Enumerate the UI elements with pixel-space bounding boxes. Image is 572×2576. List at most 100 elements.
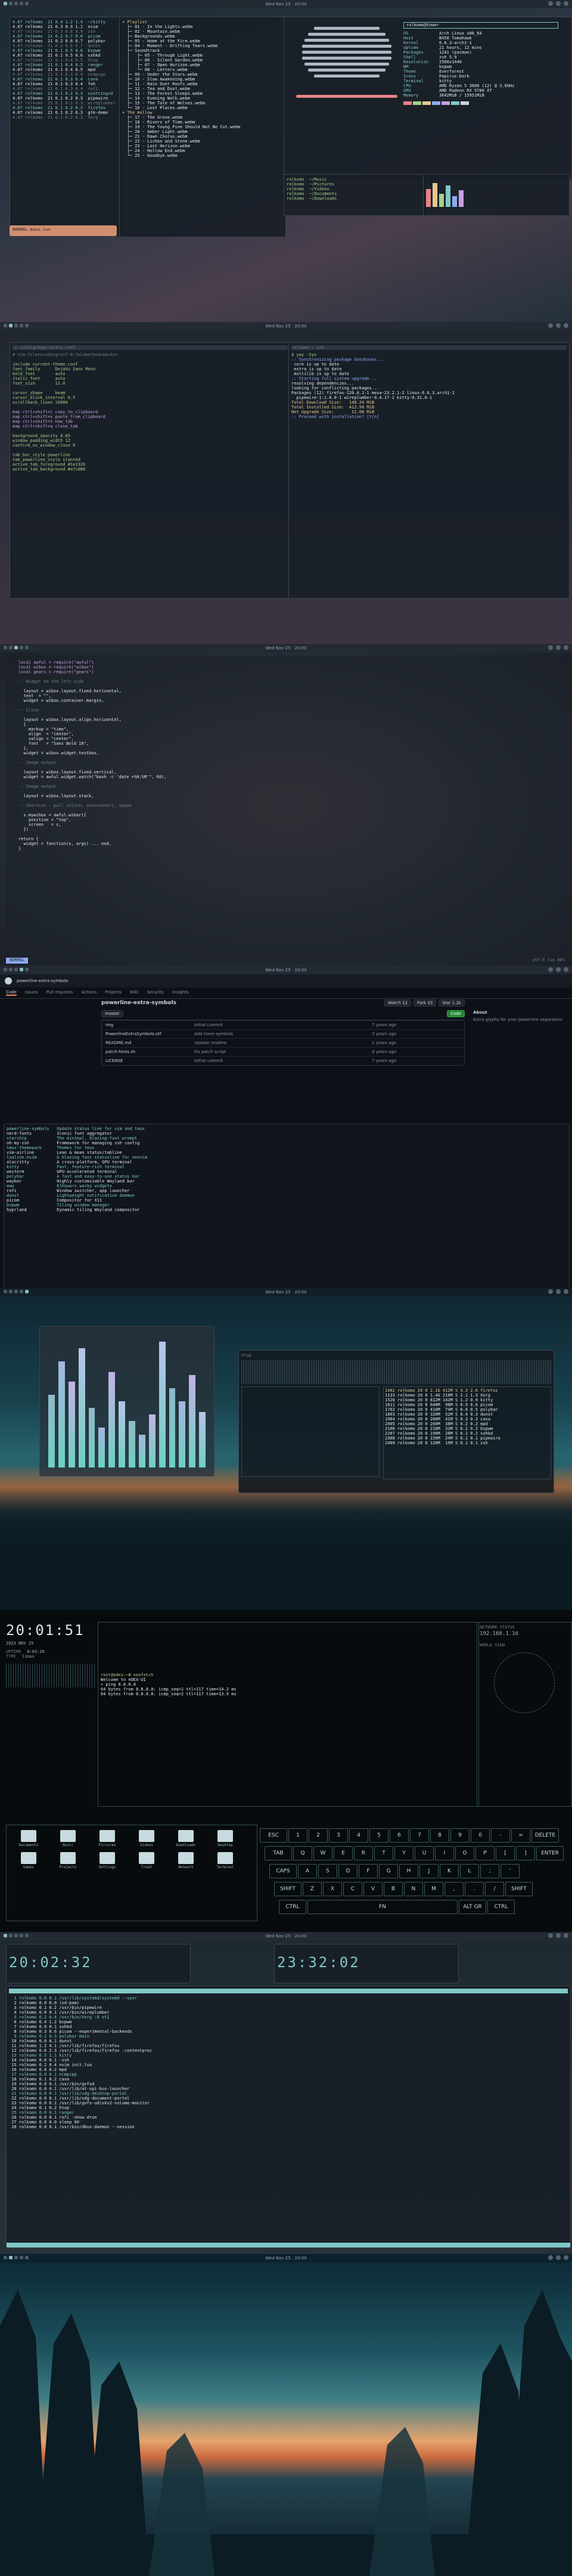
key-[interactable]: , <box>444 1882 464 1896</box>
file-row[interactable]: img Initial commit 7 years ago <box>102 1020 464 1029</box>
neofetch-terminal[interactable]: rolkomo@tower OS Arch Linux x86_64 Host B45… <box>284 17 572 180</box>
key-shift[interactable]: SHIFT <box>505 1882 533 1896</box>
key-u[interactable]: U <box>415 1846 434 1860</box>
key-t[interactable]: T <box>374 1846 393 1860</box>
edex-terminal[interactable]: root@edex:~# neofetch Welcome to eDEX-UI >… <box>98 1622 479 1807</box>
key-[interactable]: ] <box>516 1846 535 1860</box>
file-name[interactable]: patch-fonts.sh <box>105 1049 194 1054</box>
app-launcher-item[interactable]: Documents <box>11 1830 46 1847</box>
key-f[interactable]: F <box>359 1864 378 1878</box>
app-launcher-item[interactable]: Desktop <box>208 1830 243 1847</box>
key-[interactable]: / <box>485 1882 504 1896</box>
app-launcher-item[interactable]: Games <box>11 1852 46 1869</box>
app-launcher-item[interactable]: Trash <box>129 1852 164 1869</box>
app-launcher-item[interactable]: Projects <box>51 1852 85 1869</box>
key-k[interactable]: K <box>440 1864 459 1878</box>
mini-terminal[interactable]: rolkomo ~/Music rolkomo ~/Pictures rolkomo… <box>284 174 427 216</box>
key-n[interactable]: N <box>404 1882 423 1896</box>
file-name[interactable]: img <box>105 1023 194 1027</box>
key-ctrl[interactable]: CTRL <box>487 1900 515 1914</box>
key-[interactable]: = <box>511 1828 530 1843</box>
file-name[interactable]: README.md <box>105 1041 194 1045</box>
app-launcher-item[interactable]: Settings <box>90 1852 125 1869</box>
tab-insights[interactable]: Insights <box>172 990 188 996</box>
config-editor[interactable]: ~/.config/hypr/kitty.conf # vim:fileenco… <box>10 342 291 599</box>
key-5[interactable]: 5 <box>369 1828 388 1843</box>
tab-pull-requests[interactable]: Pull requests <box>46 990 73 996</box>
key-[interactable]: ; <box>480 1864 499 1878</box>
code-editor[interactable]: local awful = require("awful") local wibo… <box>6 656 572 965</box>
key-[interactable]: ' <box>500 1864 520 1878</box>
key-[interactable]: [ <box>496 1846 515 1860</box>
key-b[interactable]: B <box>384 1882 403 1896</box>
app-launcher-item[interactable]: Network <box>169 1852 203 1869</box>
tab-code[interactable]: Code <box>6 990 17 996</box>
app-launcher-item[interactable]: Terminal <box>208 1852 243 1869</box>
key-7[interactable]: 7 <box>410 1828 429 1843</box>
key-altgr[interactable]: ALT GR <box>459 1900 486 1914</box>
file-name[interactable]: PowerlineExtraSymbols.otf <box>105 1032 194 1036</box>
key-o[interactable]: O <box>455 1846 474 1860</box>
code-button[interactable]: Code <box>447 1010 465 1017</box>
branch-selector[interactable]: master <box>101 1010 123 1017</box>
key-0[interactable]: 0 <box>471 1828 490 1843</box>
tab-wiki[interactable]: Wiki <box>130 990 139 996</box>
key-8[interactable]: 8 <box>430 1828 449 1843</box>
key-z[interactable]: Z <box>303 1882 322 1896</box>
key-[interactable]: . <box>465 1882 484 1896</box>
process-list-terminal[interactable]: 4.07 rolkomo 21 0.4 1.2 1.4 ~/kitty 4.07 … <box>10 17 123 237</box>
file-row[interactable]: README.md Update readme 2 years ago <box>102 1038 464 1047</box>
repo-path[interactable]: powerline-extra-symbols <box>17 979 69 983</box>
system-tray[interactable] <box>548 1 568 6</box>
process-log-terminal[interactable]: 1 rolkomo 0.0 0.1 /usr/lib/systemd/syste… <box>6 1986 571 2248</box>
app-launcher-item[interactable]: Downloads <box>169 1830 203 1847</box>
key-esc[interactable]: ESC <box>260 1828 287 1843</box>
key-h[interactable]: H <box>399 1864 418 1878</box>
key-enter[interactable]: ENTER <box>536 1846 564 1860</box>
key-2[interactable]: 2 <box>309 1828 328 1843</box>
key-w[interactable]: W <box>313 1846 332 1860</box>
github-logo-icon[interactable] <box>5 977 12 984</box>
file-name[interactable]: LICENSE <box>105 1058 194 1063</box>
key-1[interactable]: 1 <box>288 1828 307 1843</box>
tab-security[interactable]: Security <box>147 990 164 996</box>
system-monitor[interactable]: htop 1402 rolkomo 20 0 2.1G 412M S 4.3 2… <box>238 1350 554 1493</box>
app-launcher-item[interactable]: Videos <box>129 1830 164 1847</box>
key-q[interactable]: Q <box>293 1846 312 1860</box>
key-e[interactable]: E <box>334 1846 353 1860</box>
key-x[interactable]: X <box>323 1882 342 1896</box>
key-a[interactable]: A <box>298 1864 317 1878</box>
key-ctrl[interactable]: CTRL <box>279 1900 306 1914</box>
key-c[interactable]: C <box>343 1882 362 1896</box>
tab-projects[interactable]: Projects <box>105 990 122 996</box>
package-terminal[interactable]: rolkomo — zsh $ yay -Syu:: Synchronizing… <box>288 342 570 599</box>
key-l[interactable]: L <box>460 1864 479 1878</box>
key-j[interactable]: J <box>419 1864 439 1878</box>
key-y[interactable]: Y <box>394 1846 414 1860</box>
key-delete[interactable]: DELETE <box>531 1828 559 1843</box>
file-row[interactable]: LICENSE Initial commit 7 years ago <box>102 1056 464 1065</box>
fork-button[interactable]: Fork 33 <box>414 999 437 1007</box>
file-row[interactable]: patch-fonts.sh Fix patch script 4 years ag… <box>102 1047 464 1056</box>
key-4[interactable]: 4 <box>349 1828 368 1843</box>
key-tab[interactable]: TAB <box>265 1846 292 1860</box>
app-launcher-item[interactable]: Pictures <box>90 1830 125 1847</box>
key-3[interactable]: 3 <box>329 1828 348 1843</box>
key-p[interactable]: P <box>475 1846 495 1860</box>
search-terminal[interactable]: powerline-symbols Update status line for… <box>4 1123 570 1288</box>
key-6[interactable]: 6 <box>390 1828 409 1843</box>
key-m[interactable]: M <box>424 1882 443 1896</box>
key-d[interactable]: D <box>338 1864 358 1878</box>
virtual-keyboard[interactable]: ESC 1 2 3 4 5 6 7 8 9 0- = DELETE TAB Q W E R T Y U I O P[] ENTE… <box>260 1825 566 1920</box>
file-row[interactable]: PowerlineExtraSymbols.otf Add more symbol… <box>102 1029 464 1038</box>
key-s[interactable]: S <box>318 1864 337 1878</box>
repo-name[interactable]: powerline-extra-symbols <box>101 1000 176 1006</box>
app-launcher-item[interactable]: Music <box>51 1830 85 1847</box>
key-shift[interactable]: SHIFT <box>274 1882 301 1896</box>
key-g[interactable]: G <box>379 1864 398 1878</box>
key-[interactable]: - <box>491 1828 510 1843</box>
key-r[interactable]: R <box>354 1846 373 1860</box>
tab-actions[interactable]: Actions <box>82 990 97 996</box>
tab-issues[interactable]: Issues <box>25 990 38 996</box>
workspace-indicators[interactable] <box>4 2 29 5</box>
